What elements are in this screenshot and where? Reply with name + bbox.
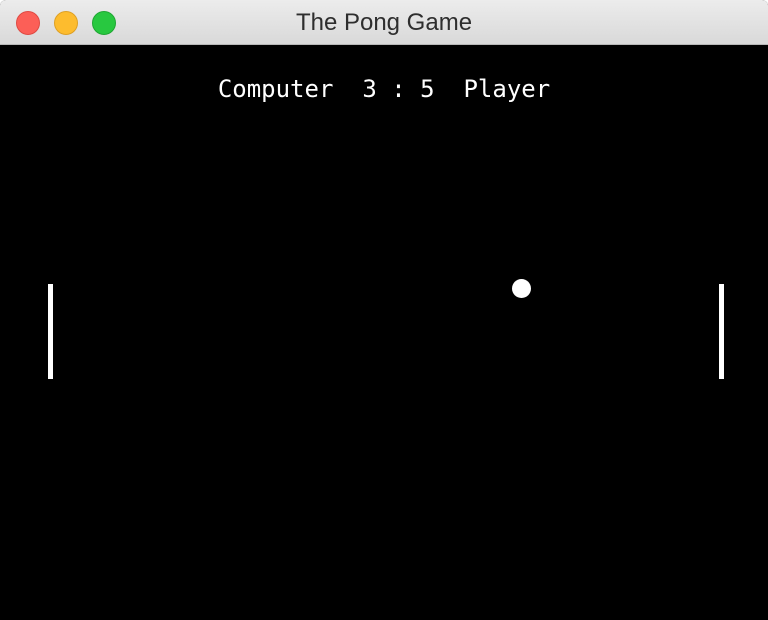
game-window: The Pong Game Computer 3 : 5 Player [0, 0, 768, 620]
game-canvas[interactable]: Computer 3 : 5 Player [0, 45, 768, 620]
computer-paddle [48, 284, 53, 379]
player-score: 5 [420, 75, 435, 103]
player-paddle[interactable] [719, 284, 724, 379]
computer-label: Computer [217, 75, 334, 103]
window-title: The Pong Game [295, 9, 473, 36]
computer-score: 3 [362, 75, 377, 103]
title-bar[interactable]: The Pong Game [0, 0, 768, 45]
ball [512, 279, 531, 298]
score-separator: : [391, 75, 406, 103]
player-label: Player [463, 75, 551, 103]
scoreboard: Computer 3 : 5 Player [0, 75, 768, 103]
